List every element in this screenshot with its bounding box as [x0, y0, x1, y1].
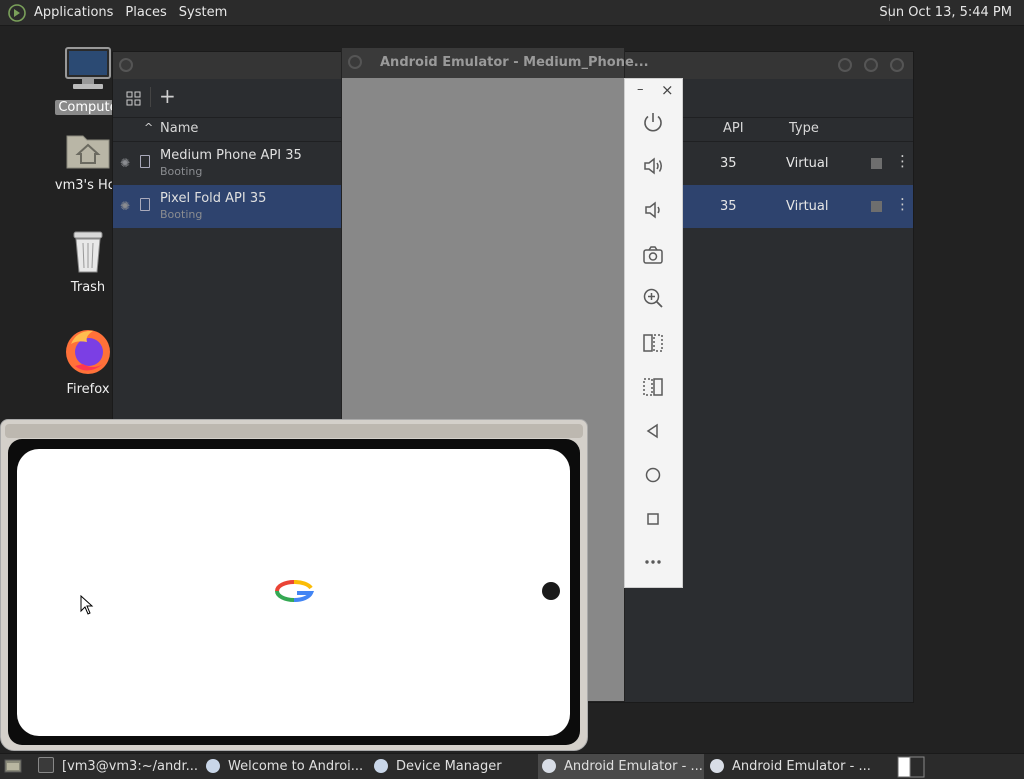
add-device-button[interactable]: + — [159, 84, 176, 108]
window-menu-button[interactable] — [348, 55, 362, 69]
device-api: 35 — [720, 156, 737, 171]
loading-spinner-icon: ✺ — [120, 199, 131, 213]
emulator-title: Android Emulator - Medium_Phone... — [380, 55, 649, 70]
device-hinge — [5, 424, 583, 438]
volume-up-icon[interactable] — [641, 154, 665, 178]
taskbar-item-terminal[interactable]: [vm3@vm3:~/andr... — [38, 754, 198, 779]
power-icon[interactable] — [641, 110, 665, 134]
maximize-button[interactable] — [864, 58, 878, 72]
taskbar-item-emulator-1[interactable]: Android Emulator - ... — [538, 754, 704, 779]
toolbar-minimize-button[interactable]: – — [637, 82, 644, 97]
more-actions-icon[interactable]: ⋮ — [895, 152, 910, 170]
overview-icon[interactable] — [641, 507, 665, 531]
android-studio-icon — [206, 759, 220, 773]
loading-spinner-icon: ✺ — [120, 156, 131, 170]
computer-icon — [65, 47, 111, 89]
rotate-right-icon[interactable] — [641, 375, 665, 399]
desktop-icon-label: Trash — [70, 280, 106, 295]
trash-icon — [73, 231, 103, 273]
taskbar: [vm3@vm3:~/andr... Welcome to Androi... … — [0, 753, 1024, 779]
camera-cutout — [542, 582, 560, 600]
device-status: Booting — [160, 208, 203, 221]
phone-device-icon — [140, 198, 150, 211]
firefox-icon — [66, 330, 110, 374]
device-api: 35 — [720, 199, 737, 214]
home-icon[interactable] — [641, 463, 665, 487]
terminal-icon — [38, 757, 54, 773]
close-button[interactable] — [890, 58, 904, 72]
emulator-icon — [542, 759, 556, 773]
device-name: Medium Phone API 35 — [160, 148, 302, 163]
zoom-in-icon[interactable] — [641, 286, 665, 310]
rotate-left-icon[interactable] — [641, 331, 665, 355]
phone-device-icon — [140, 155, 150, 168]
device-name: Pixel Fold API 35 — [160, 191, 267, 206]
taskbar-item-label: Android Emulator - ... — [732, 759, 871, 774]
taskbar-item-label: [vm3@vm3:~/andr... — [62, 759, 198, 774]
emulator-titlebar[interactable]: Android Emulator - Medium_Phone... — [342, 48, 649, 78]
clock[interactable]: Sun Oct 13, 5:44 PM — [879, 0, 1012, 25]
minimize-button[interactable] — [838, 58, 852, 72]
emulator-toolbar: – × — [624, 78, 683, 588]
volume-down-icon[interactable] — [641, 198, 665, 222]
sort-ascending-icon[interactable]: ^ — [144, 121, 153, 134]
taskbar-item-label: Android Emulator - ... — [564, 759, 703, 774]
device-screen[interactable] — [17, 449, 570, 736]
column-header-name[interactable]: Name — [160, 121, 198, 136]
device-type: Virtual — [786, 199, 829, 214]
distro-logo-icon[interactable] — [8, 3, 26, 22]
menu-applications[interactable]: Applications — [28, 0, 119, 25]
device-type: Virtual — [786, 156, 829, 171]
column-header-type[interactable]: Type — [789, 121, 819, 136]
taskbar-item-welcome[interactable]: Welcome to Androi... — [206, 754, 366, 779]
more-icon[interactable] — [641, 550, 665, 574]
mouse-cursor-icon — [80, 595, 94, 615]
taskbar-item-label: Device Manager — [396, 759, 502, 774]
stop-device-button[interactable] — [871, 201, 882, 212]
back-icon[interactable] — [641, 419, 665, 443]
top-panel: Applications Places System Sun Oct 13, 5… — [0, 0, 1024, 26]
taskbar-item-emulator-2[interactable]: Android Emulator - ... — [710, 754, 876, 779]
workspace-switcher-icon[interactable] — [896, 755, 926, 779]
device-grid-icon[interactable] — [126, 91, 142, 107]
device-status: Booting — [160, 165, 203, 178]
google-logo-icon — [275, 580, 315, 602]
camera-icon[interactable] — [641, 243, 665, 267]
taskbar-item-device-manager[interactable]: Device Manager — [374, 754, 534, 779]
emulator-icon — [710, 759, 724, 773]
show-desktop-icon[interactable] — [4, 758, 22, 774]
more-actions-icon[interactable]: ⋮ — [895, 195, 910, 213]
home-folder-icon — [66, 135, 110, 169]
menu-system[interactable]: System — [173, 0, 233, 25]
menu-places[interactable]: Places — [119, 0, 172, 25]
column-header-api[interactable]: API — [723, 121, 744, 136]
android-studio-icon — [374, 759, 388, 773]
toolbar-divider — [150, 87, 151, 107]
taskbar-item-label: Welcome to Androi... — [228, 759, 364, 774]
stop-device-button[interactable] — [871, 158, 882, 169]
toolbar-close-button[interactable]: × — [661, 81, 674, 99]
window-menu-button[interactable] — [119, 58, 133, 72]
desktop-icon-label: Compute — [55, 100, 121, 115]
desktop-icon-label: Firefox — [66, 382, 110, 397]
